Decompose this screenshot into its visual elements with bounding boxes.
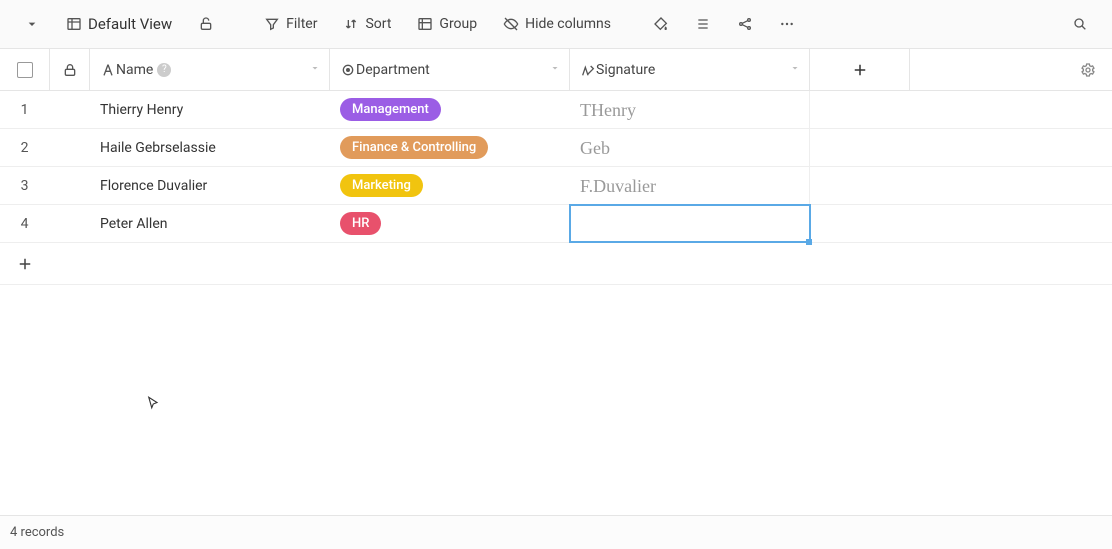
hide-columns-button[interactable]: Hide columns	[493, 10, 621, 38]
share-icon	[737, 16, 753, 32]
column-department-dropdown[interactable]	[549, 62, 561, 78]
cell-signature[interactable]: THenry	[570, 91, 810, 128]
row-lock-cell	[50, 167, 90, 204]
filter-icon	[264, 16, 280, 32]
select-all-checkbox[interactable]	[17, 62, 33, 78]
department-pill: Management	[340, 98, 441, 121]
lock-view-button[interactable]	[188, 10, 224, 38]
sort-icon	[343, 16, 359, 32]
paint-bucket-icon	[653, 16, 669, 32]
hide-icon	[503, 16, 519, 32]
department-pill: Marketing	[340, 174, 423, 197]
cell-name[interactable]: Haile Gebrselassie	[90, 129, 330, 166]
column-header-name[interactable]: Name ?	[90, 49, 330, 90]
row-lock-cell	[50, 205, 90, 242]
column-header-signature[interactable]: Signature	[570, 49, 810, 90]
cell-signature[interactable]: F.Duvalier	[570, 167, 810, 204]
add-row-button[interactable]	[0, 243, 1112, 285]
filter-button[interactable]: Filter	[254, 10, 327, 38]
text-type-icon	[100, 62, 116, 78]
grid-view-icon	[66, 16, 82, 32]
cell-department[interactable]: Marketing	[330, 167, 570, 204]
help-icon[interactable]: ?	[157, 63, 171, 77]
view-button[interactable]: Default View	[56, 9, 182, 39]
select-all-cell[interactable]	[0, 49, 50, 90]
table-row[interactable]: 2 Haile Gebrselassie Finance & Controlling…	[0, 129, 1112, 167]
column-name-dropdown[interactable]	[309, 62, 321, 78]
view-label: Default View	[88, 15, 172, 33]
more-horizontal-icon	[779, 16, 795, 32]
group-label: Group	[439, 16, 477, 32]
tag-type-icon	[340, 62, 356, 78]
signature-type-icon	[580, 62, 596, 78]
group-icon	[417, 16, 433, 32]
row-lock-cell	[50, 129, 90, 166]
row-index: 3	[0, 167, 50, 204]
more-button[interactable]	[769, 10, 805, 38]
row-index: 2	[0, 129, 50, 166]
row-height-button[interactable]	[685, 10, 721, 38]
cell-name[interactable]: Florence Duvalier	[90, 167, 330, 204]
plus-icon	[0, 255, 50, 273]
department-pill: Finance & Controlling	[340, 136, 488, 159]
table-row[interactable]: 1 Thierry Henry Management THenry	[0, 91, 1112, 129]
column-signature-dropdown[interactable]	[789, 62, 801, 78]
table-row[interactable]: 4 Peter Allen HR	[0, 205, 1112, 243]
unlock-icon	[198, 16, 214, 32]
table-row[interactable]: 3 Florence Duvalier Marketing F.Duvalier	[0, 167, 1112, 205]
sort-label: Sort	[365, 16, 391, 32]
lock-column-header[interactable]	[50, 49, 90, 90]
cell-department[interactable]: Finance & Controlling	[330, 129, 570, 166]
sort-button[interactable]: Sort	[333, 10, 401, 38]
group-button[interactable]: Group	[407, 10, 487, 38]
column-department-label: Department	[356, 62, 430, 78]
row-index: 1	[0, 91, 50, 128]
column-signature-label: Signature	[596, 62, 655, 78]
add-column-button[interactable]	[810, 49, 910, 90]
row-lock-cell	[50, 91, 90, 128]
records-count: 4 records	[10, 525, 64, 540]
cell-signature[interactable]: Geb	[570, 129, 810, 166]
table-settings-button[interactable]	[1064, 62, 1112, 78]
search-icon	[1072, 16, 1088, 32]
row-index: 4	[0, 205, 50, 242]
chevron-down-icon	[24, 16, 40, 32]
share-button[interactable]	[727, 10, 763, 38]
cell-name[interactable]: Thierry Henry	[90, 91, 330, 128]
cell-signature[interactable]	[570, 205, 810, 242]
cell-name[interactable]: Peter Allen	[90, 205, 330, 242]
search-button[interactable]	[1062, 10, 1098, 38]
lock-icon	[62, 62, 78, 78]
department-pill: HR	[340, 212, 381, 235]
column-header-department[interactable]: Department	[330, 49, 570, 90]
view-dropdown-toggle[interactable]	[14, 10, 50, 38]
column-name-label: Name	[116, 62, 153, 78]
row-height-icon	[695, 16, 711, 32]
filter-label: Filter	[286, 16, 317, 32]
color-button[interactable]	[643, 10, 679, 38]
hide-columns-label: Hide columns	[525, 16, 611, 32]
cell-department[interactable]: Management	[330, 91, 570, 128]
cell-department[interactable]: HR	[330, 205, 570, 242]
